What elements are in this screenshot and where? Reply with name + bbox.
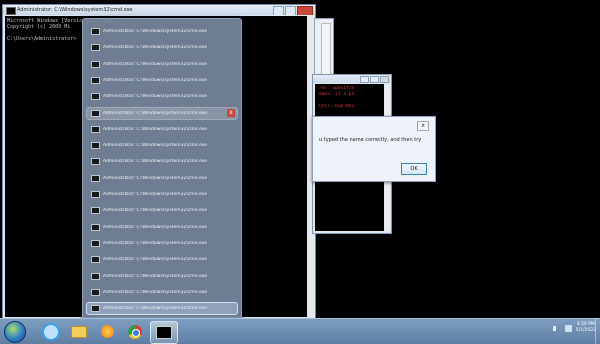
internet-explorer-icon	[42, 322, 60, 341]
window-list-item-label: Administrator: C:\Windows\system32\cmd.e…	[103, 77, 207, 83]
taskbar-window-list: Administrator: C:\Windows\system32\cmd.e…	[82, 18, 242, 324]
cmd-icon	[91, 109, 100, 117]
cmd-icon	[91, 28, 100, 35]
window-list-item-label: Administrator: C:\Windows\system32\cmd.e…	[103, 289, 207, 295]
network-icon[interactable]	[564, 324, 572, 332]
window-list-item[interactable]: Administrator: C:\Windows\system32\cmd.e…	[87, 222, 237, 233]
window-list-item[interactable]: Administrator: C:\Windows\system32\cmd.e…	[87, 156, 237, 167]
window-list-item[interactable]: Administrator: C:\Windows\system32\cmd.e…	[87, 42, 237, 53]
action-center-icon[interactable]	[552, 325, 561, 331]
cmd-icon	[91, 191, 100, 198]
window-list-item-label: Administrator: C:\Windows\system32\cmd.e…	[103, 61, 207, 67]
cmd-icon	[156, 326, 172, 339]
dialog-message: u typed the name correctly, and then try	[319, 137, 422, 143]
ok-button[interactable]: OK	[401, 163, 427, 175]
window-list-item-label: Administrator: C:\Windows\system32\cmd.e…	[103, 306, 207, 312]
close-window-icon[interactable]: x	[227, 108, 235, 117]
window-list-item-label: Administrator: C:\Windows\system32\cmd.e…	[103, 175, 207, 181]
window-list-item[interactable]: Administrator: C:\Windows\system32\cmd.e…	[86, 106, 238, 120]
window-list-item[interactable]: Administrator: C:\Windows\system32\cmd.e…	[87, 91, 237, 102]
window-list-item[interactable]: Administrator: C:\Windows\system32\cmd.e…	[87, 205, 237, 216]
cmd-icon	[6, 7, 16, 15]
window-list-item[interactable]: Administrator: C:\Windows\system32\cmd.e…	[87, 189, 237, 200]
window-list-item-label: Administrator: C:\Windows\system32\cmd.e…	[103, 257, 207, 263]
window-list-item-label: Administrator: C:\Windows\system32\cmd.e…	[103, 159, 207, 165]
minimize-button[interactable]	[360, 76, 369, 83]
cmd-icon	[91, 44, 100, 52]
window-list-item[interactable]: Administrator: C:\Windows\system32\cmd.e…	[87, 238, 237, 249]
close-button[interactable]	[380, 76, 389, 83]
window-list-item-label: Administrator: C:\Windows\system32\cmd.e…	[103, 224, 207, 230]
window-list-item[interactable]: Administrator: C:\Windows\system32\cmd.e…	[87, 173, 237, 184]
window-list-item[interactable]: Administrator: C:\Windows\system32\cmd.e…	[87, 124, 237, 135]
cmd-icon	[91, 174, 100, 182]
start-button[interactable]	[4, 321, 26, 343]
cmd-icon	[91, 142, 100, 150]
window-list-item-label: Administrator: C:\Windows\system32\cmd.e…	[103, 143, 207, 149]
desktop: Administrator: C:\Windows\system32\cmd.e…	[0, 0, 600, 344]
error-dialog: x u typed the name correctly, and then t…	[312, 116, 436, 182]
window-list-item[interactable]: Administrator: C:\Windows\system32\cmd.e…	[87, 26, 237, 37]
minimize-button[interactable]	[273, 6, 284, 15]
window-list-item[interactable]: Administrator: C:\Windows\system32\cmd.e…	[87, 287, 237, 298]
dialog-close-button[interactable]: x	[417, 121, 429, 131]
cmd-icon	[91, 207, 100, 215]
chrome-icon	[128, 324, 142, 339]
taskbar-internet-explorer[interactable]	[38, 321, 64, 342]
window-list-item-label: Administrator: C:\Windows\system32\cmd.e…	[103, 273, 207, 279]
window-list-item[interactable]: Administrator: C:\Windows\system32\cmd.e…	[86, 302, 238, 316]
cmd-icon	[91, 256, 100, 264]
window-list-item-label: Administrator: C:\Windows\system32\cmd.e…	[103, 29, 207, 34]
show-desktop-button[interactable]	[595, 319, 600, 344]
error-console-controls	[360, 76, 389, 83]
taskbar-chrome[interactable]	[122, 321, 148, 342]
clock[interactable]: 4:50 PM 5/1/2022	[576, 322, 596, 334]
error-line: Ctrl: Run Bkc	[319, 104, 355, 109]
window-list-item-label: Administrator: C:\Windows\system32\cmd.e…	[103, 45, 207, 51]
taskbar-cmd[interactable]	[150, 321, 178, 344]
cmd-icon	[91, 288, 100, 296]
cmd-icon	[91, 272, 100, 280]
media-player-icon	[100, 325, 114, 338]
cmd-icon	[91, 76, 100, 84]
taskbar-media-player[interactable]	[94, 321, 120, 342]
console-title-bar[interactable]: Administrator: C:\Windows\system32\cmd.e…	[3, 5, 315, 15]
cmd-icon	[91, 305, 100, 313]
window-list-item-label: Administrator: C:\Windows\system32\cmd.e…	[103, 94, 207, 100]
maximize-button[interactable]	[285, 6, 296, 15]
window-list-item-label: Administrator: C:\Windows\system32\cmd.e…	[103, 208, 207, 214]
error-console-title-bar[interactable]	[313, 75, 391, 83]
clock-date: 5/1/2022	[575, 328, 596, 333]
cmd-icon	[91, 239, 100, 247]
folder-icon	[71, 325, 87, 338]
window-controls	[273, 6, 313, 15]
taskbar-explorer[interactable]	[66, 321, 92, 342]
window-list-item[interactable]: Administrator: C:\Windows\system32\cmd.e…	[87, 271, 237, 282]
cmd-icon	[91, 158, 100, 166]
system-tray: 4:50 PM 5/1/2022	[552, 322, 596, 334]
console-title: Administrator: C:\Windows\system32\cmd.e…	[17, 7, 133, 13]
window-list-item-label: Administrator: C:\Windows\system32\cmd.e…	[103, 126, 207, 132]
maximize-button[interactable]	[370, 76, 379, 83]
window-list-item[interactable]: Administrator: C:\Windows\system32\cmd.e…	[87, 140, 237, 151]
window-list-item[interactable]: Administrator: C:\Windows\system32\cmd.e…	[87, 59, 237, 70]
window-list-item-label: Administrator: C:\Windows\system32\cmd.e…	[103, 192, 207, 197]
cmd-icon	[91, 125, 100, 133]
window-list-item[interactable]: Administrator: C:\Windows\system32\cmd.e…	[87, 254, 237, 265]
taskbar: 4:50 PM 5/1/2022	[0, 318, 600, 344]
window-list-item-label: Administrator: C:\Windows\system32\cmd.e…	[103, 240, 207, 246]
window-list-item[interactable]: Administrator: C:\Windows\system32\cmd.e…	[87, 75, 237, 86]
close-button[interactable]	[297, 6, 313, 15]
window-list-item-label: Administrator: C:\Windows\system32\cmd.e…	[103, 110, 207, 116]
cmd-icon	[91, 223, 100, 231]
cmd-icon	[91, 93, 100, 101]
cmd-icon	[91, 60, 100, 68]
